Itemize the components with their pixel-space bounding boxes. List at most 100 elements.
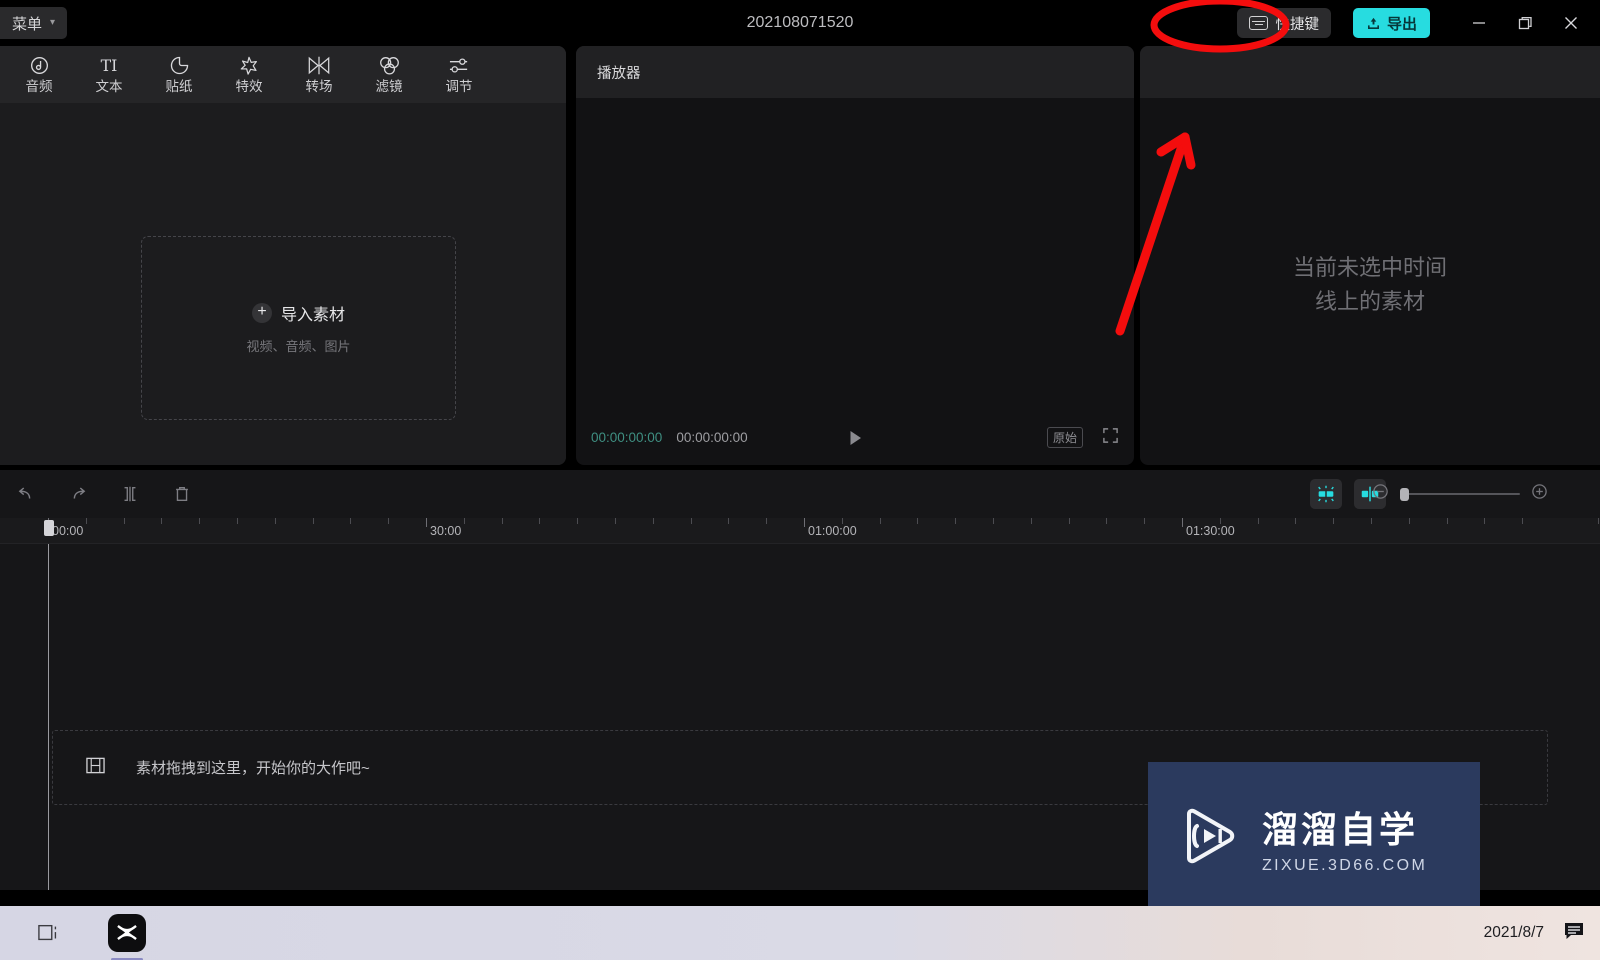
current-timecode: 00:00:00:00 <box>591 430 663 445</box>
ruler-tick-minor <box>275 518 276 524</box>
zoom-in-button[interactable] <box>1531 483 1548 505</box>
attributes-empty-line-1: 当前未选中时间 <box>1292 255 1447 280</box>
text-icon: TI <box>96 55 122 76</box>
task-view-icon <box>38 924 57 941</box>
tab-sticker-label: 贴纸 <box>165 79 193 95</box>
import-media-label: 导入素材 <box>280 307 345 324</box>
redo-button[interactable] <box>52 470 104 518</box>
sticker-icon <box>169 55 190 76</box>
capcut-icon <box>117 925 137 940</box>
taskbar-app-capcut[interactable] <box>108 914 146 960</box>
ruler-tick-minor <box>728 518 729 524</box>
tab-transition-label: 转场 <box>305 79 333 95</box>
ruler-tick-minor <box>1371 518 1372 524</box>
media-library-body: + 导入素材 视频、音频、图片 <box>0 103 566 465</box>
snap-icon <box>1318 485 1334 503</box>
tab-filter[interactable]: 滤镜 <box>354 46 424 103</box>
ruler-tick-minor <box>1258 518 1259 524</box>
tab-adjust-label: 调节 <box>445 79 473 95</box>
import-media-subtitle: 视频、音频、图片 <box>246 339 351 354</box>
split-button[interactable] <box>104 470 156 518</box>
playhead <box>48 544 49 890</box>
ruler-label: 30:00 <box>430 524 462 538</box>
ruler-tick-minor <box>1144 518 1145 524</box>
auto-snap-toggle[interactable] <box>1310 479 1342 509</box>
tab-sticker[interactable]: 贴纸 <box>144 46 214 103</box>
tab-adjust[interactable]: 调节 <box>424 46 494 103</box>
effects-icon <box>238 55 260 76</box>
notifications-button[interactable] <box>1562 919 1586 948</box>
ruler-tick-minor <box>502 518 503 524</box>
attributes-empty-state: 当前未选中时间 线上的素材 <box>1140 251 1600 319</box>
maximize-icon <box>1518 16 1532 29</box>
zoom-out-icon <box>1373 484 1388 499</box>
film-strip-icon <box>85 756 106 780</box>
player-control-bar: 00:00:00:00 00:00:00:00 原始 <box>576 410 1134 465</box>
ratio-badge[interactable]: 原始 <box>1046 427 1083 448</box>
fullscreen-button[interactable] <box>1102 427 1119 449</box>
zoom-out-button[interactable] <box>1372 483 1389 505</box>
export-button[interactable]: 导出 <box>1352 8 1430 38</box>
timeline-ruler[interactable]: 00:00 30:00 01:00:00 01:30:00 <box>0 518 1600 544</box>
import-media-dropzone[interactable]: + 导入素材 视频、音频、图片 <box>141 236 456 420</box>
zoom-slider-handle[interactable] <box>1400 488 1409 501</box>
ruler-tick-minor <box>577 518 578 524</box>
shortcuts-button[interactable]: 快捷键 <box>1237 8 1331 38</box>
window-controls-group: 快捷键 导出 <box>1237 0 1600 46</box>
menu-button[interactable]: 菜单 ▾ <box>0 7 68 39</box>
capcut-editor-window: 菜单 ▾ 202108071520 快捷键 导出 音频 TI 文本 贴纸 特效 … <box>0 0 1600 960</box>
ruler-tick-minor <box>1106 518 1107 524</box>
title-bar: 菜单 ▾ 202108071520 快捷键 导出 <box>0 0 1600 46</box>
tab-text-label: 文本 <box>95 79 123 95</box>
player-panel: 播放器 00:00:00:00 00:00:00:00 原始 <box>576 46 1134 465</box>
media-panel: 音频 TI 文本 贴纸 特效 转场 滤镜 调节 + 导入素材 视频、音频、图片 <box>0 46 566 465</box>
undo-button[interactable] <box>0 470 52 518</box>
tab-text[interactable]: TI 文本 <box>74 46 144 103</box>
player-right-controls: 原始 <box>1046 427 1119 449</box>
ruler-tick-minor <box>237 518 238 524</box>
maximize-button[interactable] <box>1502 0 1548 46</box>
export-label: 导出 <box>1386 15 1417 33</box>
tab-transition[interactable]: 转场 <box>284 46 354 103</box>
play-button[interactable] <box>844 427 866 449</box>
split-icon <box>124 486 136 502</box>
zoom-in-icon <box>1532 484 1547 499</box>
redo-icon <box>73 487 86 499</box>
ruler-tick-minor <box>880 518 881 524</box>
total-timecode: 00:00:00:00 <box>676 430 748 445</box>
taskbar-date[interactable]: 2021/8/7 <box>1484 924 1544 942</box>
watermark-subtitle: ZIXUE.3D66.COM <box>1262 857 1428 874</box>
zoom-slider[interactable] <box>1400 488 1520 501</box>
minimize-icon <box>1473 22 1485 24</box>
tab-effects[interactable]: 特效 <box>214 46 284 103</box>
trash-icon <box>176 486 188 502</box>
tab-filter-label: 滤镜 <box>375 79 403 95</box>
notification-icon <box>1565 922 1583 939</box>
attributes-panel: 当前未选中时间 线上的素材 <box>1140 46 1600 465</box>
ruler-tick-minor <box>1447 518 1448 524</box>
ruler-tick-minor <box>539 518 540 524</box>
windows-taskbar: 2021/8/7 <box>0 906 1600 960</box>
taskbar-tray: 2021/8/7 <box>1484 919 1600 948</box>
delete-button[interactable] <box>156 470 208 518</box>
ruler-label: 01:00:00 <box>808 524 857 538</box>
player-preview-stage[interactable] <box>576 98 1134 410</box>
task-view-button[interactable] <box>36 922 62 944</box>
ruler-tick-minor <box>388 518 389 524</box>
adjust-icon <box>448 55 471 76</box>
audio-icon <box>29 55 50 76</box>
player-header: 播放器 <box>576 46 1134 98</box>
ruler-tick-minor <box>124 518 125 524</box>
ruler-tick-minor <box>1598 518 1599 524</box>
ruler-tick-minor <box>313 518 314 524</box>
tab-effects-label: 特效 <box>235 79 263 95</box>
tab-audio[interactable]: 音频 <box>4 46 74 103</box>
ruler-label: 01:30:00 <box>1186 524 1235 538</box>
attributes-empty-line-2: 线上的素材 <box>1314 289 1425 315</box>
ruler-tick-minor <box>917 518 918 524</box>
close-button[interactable] <box>1548 0 1594 46</box>
minimize-button[interactable] <box>1456 0 1502 46</box>
watermark-overlay: 溜溜自学 ZIXUE.3D66.COM <box>1148 762 1480 914</box>
ruler-tick-minor <box>199 518 200 524</box>
playhead-handle[interactable] <box>44 520 54 536</box>
